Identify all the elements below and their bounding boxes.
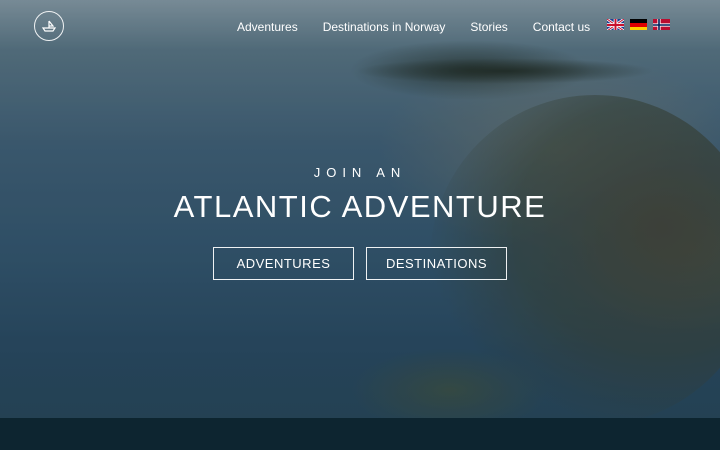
boat-icon	[41, 20, 57, 32]
language-switcher	[607, 18, 676, 30]
nav-destinations[interactable]: Destinations in Norway	[323, 18, 446, 36]
nav-contact[interactable]: Contact us	[533, 18, 590, 36]
main-nav: Adventures Destinations in Norway Storie…	[237, 18, 615, 36]
footer-bar	[0, 418, 720, 450]
german-flag-icon[interactable]	[630, 18, 647, 30]
hero-kicker: JOIN AN	[313, 165, 407, 180]
nav-stories[interactable]: Stories	[470, 18, 507, 36]
adventures-button[interactable]: ADVENTURES	[213, 247, 354, 280]
hero-headline: ATLANTIC ADVENTURE	[173, 189, 547, 224]
norway-flag-icon[interactable]	[653, 18, 670, 30]
logo-icon[interactable]	[34, 11, 64, 41]
destinations-button[interactable]: DESTINATIONS	[366, 247, 507, 280]
nav-adventures[interactable]: Adventures	[237, 18, 298, 36]
uk-flag-icon[interactable]	[607, 18, 624, 30]
